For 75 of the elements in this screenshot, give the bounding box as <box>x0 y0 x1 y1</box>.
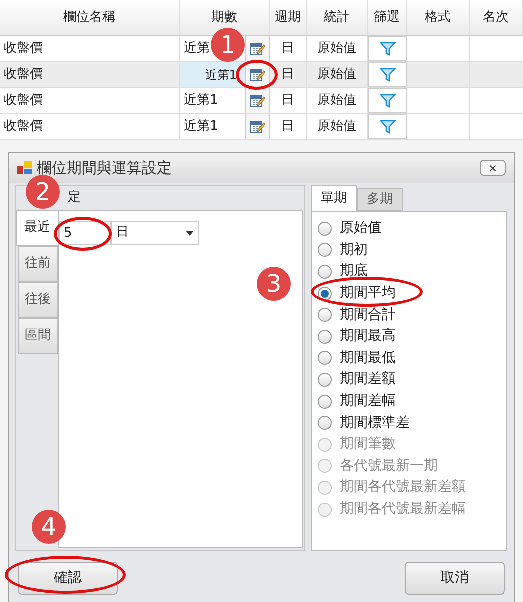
side-tab[interactable]: 往前 <box>18 246 58 282</box>
column-header[interactable]: 欄位名稱 <box>0 0 180 35</box>
filter-icon <box>380 92 396 108</box>
option-label: 期底 <box>340 262 368 282</box>
table-row[interactable]: 收盤價 近第1 日 原始值 <box>0 88 523 114</box>
radio-button[interactable] <box>318 308 332 322</box>
column-header[interactable]: 統計 <box>307 0 368 35</box>
table-cell-text: 近第1 <box>184 118 218 136</box>
filter-icon <box>380 66 396 82</box>
group-title: 定 <box>68 189 81 208</box>
table-cell-text: 近第1 <box>184 92 218 110</box>
table-cell: 日 <box>270 88 307 113</box>
edit-calendar-icon <box>250 66 266 82</box>
option-label: 原始值 <box>340 219 382 238</box>
radio-button[interactable] <box>318 243 332 258</box>
radio-button[interactable] <box>318 351 332 366</box>
column-header[interactable]: 格式 <box>407 0 470 35</box>
radio-button[interactable] <box>318 286 332 301</box>
side-tab[interactable]: 區間 <box>18 318 58 354</box>
table-cell-text: 近第1 <box>205 66 237 84</box>
annotation-circle <box>236 60 278 90</box>
option-label: 各代號最新一期 <box>340 456 438 476</box>
option-label: 期初 <box>340 240 368 260</box>
option-label: 期間合計 <box>340 306 396 325</box>
unit-dropdown[interactable]: 日 <box>111 221 199 245</box>
edit-button[interactable] <box>245 62 270 87</box>
app-icon <box>17 160 33 176</box>
table-cell-text: 近第 <box>184 40 210 58</box>
radio-button[interactable] <box>318 222 332 236</box>
option-label: 期間差額 <box>340 370 396 390</box>
column-header[interactable]: 名次 <box>470 0 523 35</box>
table-cell: 日 <box>270 36 307 61</box>
edit-calendar-icon <box>250 118 266 134</box>
column-header[interactable]: 篩選 <box>368 0 407 35</box>
filter-button[interactable] <box>368 114 407 139</box>
filter-button[interactable] <box>368 62 407 87</box>
side-tab[interactable]: 往後 <box>18 282 58 318</box>
radio-button[interactable] <box>318 330 332 344</box>
side-tab[interactable]: 最近 <box>16 210 58 246</box>
radio-button[interactable] <box>318 264 332 279</box>
option-label: 期間最低 <box>340 348 396 368</box>
edit-calendar-icon <box>250 92 266 108</box>
edit-button[interactable] <box>245 114 270 139</box>
option-label: 期間標準差 <box>340 414 410 433</box>
option-label: 期間各代號最新差幅 <box>340 500 466 520</box>
tab[interactable]: 多期 <box>357 188 403 211</box>
radio-button[interactable] <box>318 416 332 430</box>
dialog-button[interactable]: 確認 <box>18 562 118 594</box>
tab[interactable]: 單期 <box>311 185 357 211</box>
dialog-button[interactable]: 取消 <box>405 562 505 594</box>
table-cell: 日 <box>270 114 307 139</box>
filter-icon <box>380 118 396 134</box>
edit-button[interactable] <box>245 88 270 113</box>
filter-button[interactable] <box>368 36 407 61</box>
option-label: 期間筆數 <box>340 435 396 454</box>
column-header[interactable]: 週期 <box>270 0 307 35</box>
table-row[interactable]: 收盤價 近第1 日 原始值 <box>0 114 523 140</box>
radio-button[interactable] <box>318 394 332 409</box>
option-label: 期間平均 <box>340 284 396 304</box>
table-cell: 收盤價 <box>0 114 180 139</box>
annotation-circle <box>54 217 112 251</box>
close-button[interactable]: × <box>480 160 506 176</box>
table-cell: 收盤價 <box>0 88 180 113</box>
option-label: 期間最高 <box>340 327 396 346</box>
filter-button[interactable] <box>368 88 407 113</box>
filter-icon <box>380 40 396 56</box>
option-label: 期間差幅 <box>340 392 396 412</box>
radio-button[interactable] <box>318 372 332 387</box>
edit-button[interactable] <box>245 36 270 61</box>
option-label: 期間各代號最新差額 <box>340 478 466 498</box>
edit-calendar-icon <box>250 40 266 56</box>
table-cell: 收盤價 <box>0 36 180 61</box>
dropdown-caret-icon <box>186 230 194 236</box>
table-cell: 日 <box>270 62 307 87</box>
table-row[interactable]: 收盤價 近第1 日 原始值 <box>0 62 523 88</box>
